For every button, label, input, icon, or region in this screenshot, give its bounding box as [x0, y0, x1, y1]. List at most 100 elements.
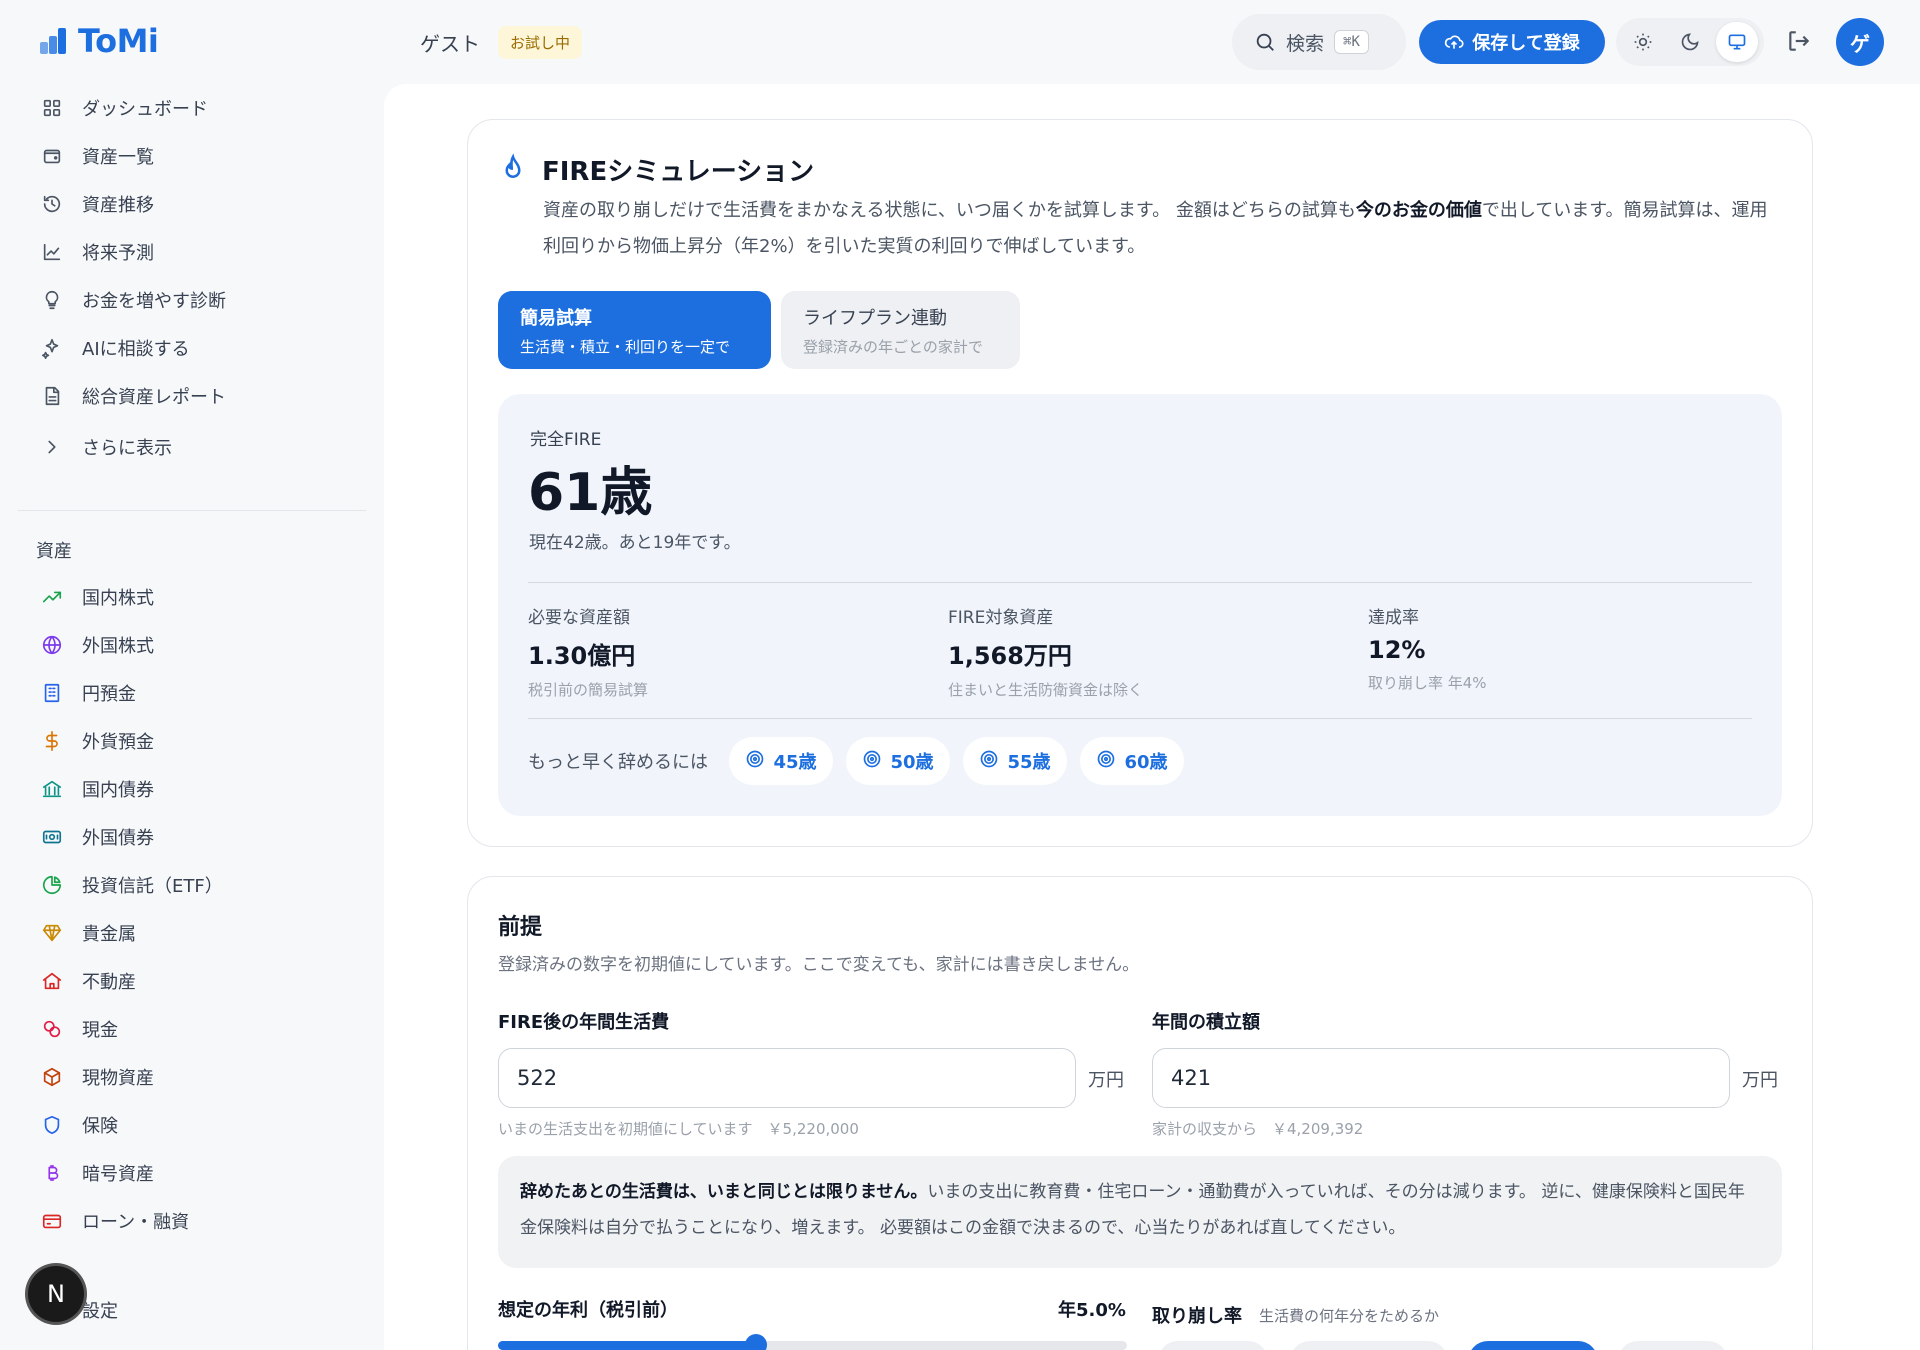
sidebar-item-label: ダッシュボード [82, 99, 208, 120]
withdrawal-option[interactable] [1468, 1341, 1598, 1350]
early-retire-label: もっと早く辞めるには [528, 752, 708, 773]
avatar[interactable]: ゲ [1836, 18, 1884, 66]
assumptions-title: 前提 [498, 915, 543, 940]
line-chart-icon [40, 240, 64, 264]
stat-label: FIRE対象資産 [948, 608, 1054, 628]
target-icon [979, 749, 999, 774]
trending-up-icon [40, 585, 64, 609]
early-age-chip[interactable]: 55歳 [963, 737, 1067, 785]
early-age-label: 55歳 [1007, 752, 1051, 773]
sidebar-item-7[interactable]: さらに表示 [40, 431, 172, 463]
early-age-label: 60歳 [1124, 752, 1168, 773]
bank-icon [40, 777, 64, 801]
early-age-label: 50歳 [890, 752, 934, 773]
annual-rate-slider[interactable] [498, 1341, 1127, 1350]
withdrawal-option[interactable] [1290, 1341, 1448, 1350]
early-age-chip[interactable]: 50歳 [846, 737, 950, 785]
sidebar-asset-item-8[interactable]: 不動産 [40, 965, 136, 997]
sidebar-item-label: 資産一覧 [82, 147, 154, 168]
living-cost-input[interactable] [498, 1048, 1076, 1108]
save-register-button[interactable]: 保存して登録 [1419, 20, 1605, 64]
bitcoin-icon [40, 1161, 64, 1185]
logout-icon [1789, 31, 1810, 51]
sidebar-item-0[interactable]: ダッシュボード [40, 92, 208, 124]
stat-sub: 取り崩し率 年4% [1368, 674, 1487, 692]
dark-theme-button[interactable] [1669, 22, 1711, 62]
sun-icon [1634, 33, 1652, 51]
sidebar-asset-item-10[interactable]: 現物資産 [40, 1061, 154, 1093]
search-label: 検索 [1286, 32, 1325, 55]
sidebar-item-4[interactable]: お金を増やす診断 [40, 284, 226, 316]
stat-value: 12% [1368, 636, 1426, 664]
sidebar-asset-item-6[interactable]: 投資信託（ETF） [40, 869, 223, 901]
withdrawal-rate-sub: 生活費の何年分をためるか [1259, 1307, 1440, 1325]
sidebar-item-2[interactable]: 資産推移 [40, 188, 154, 220]
withdrawal-option[interactable] [1618, 1341, 1728, 1350]
sidebar-asset-item-0[interactable]: 国内株式 [40, 581, 154, 613]
building-icon [40, 681, 64, 705]
note-emphasis: 辞めたあとの生活費は、いまと同じとは限りません。 [520, 1182, 928, 1202]
grid-icon [40, 96, 64, 120]
sidebar-divider [18, 510, 366, 511]
sidebar-asset-item-1[interactable]: 外国株式 [40, 629, 154, 661]
save-register-label: 保存して登録 [1472, 33, 1580, 54]
tab-lifeplan-linked[interactable]: ライフプラン連動 登録済みの年ごとの家計で [781, 291, 1020, 369]
search-button[interactable]: 検索 ⌘K [1232, 14, 1406, 70]
sidebar-asset-item-5[interactable]: 外国債券 [40, 821, 154, 853]
sidebar-item-3[interactable]: 将来予測 [40, 236, 154, 268]
banknote-icon [40, 825, 64, 849]
coins-icon [40, 1017, 64, 1041]
search-icon [1256, 33, 1274, 51]
sidebar-item-1[interactable]: 資産一覧 [40, 140, 154, 172]
savings-input[interactable] [1152, 1048, 1730, 1108]
slider-fill [498, 1341, 756, 1350]
logout-button[interactable] [1786, 28, 1812, 58]
tab-title: 簡易試算 [520, 308, 592, 329]
n-badge-button[interactable]: N [28, 1266, 84, 1322]
sidebar-item-label: 現物資産 [82, 1068, 154, 1089]
sidebar-asset-item-3[interactable]: 外貨預金 [40, 725, 154, 757]
full-fire-label: 完全FIRE [530, 430, 602, 450]
early-age-chip[interactable]: 45歳 [729, 737, 833, 785]
sidebar-asset-item-13[interactable]: ローン・融資 [40, 1205, 189, 1237]
credit-card-icon [40, 1209, 64, 1233]
sidebar-asset-item-7[interactable]: 貴金属 [40, 917, 136, 949]
sidebar-item-5[interactable]: AIに相談する [40, 332, 190, 364]
annual-rate-value: 年5.0% [1058, 1300, 1126, 1321]
living-cost-unit: 万円 [1088, 1070, 1124, 1091]
living-cost-hint: いまの生活支出を初期値にしています ￥5,220,000 [498, 1120, 859, 1138]
theme-switcher [1616, 18, 1764, 66]
stat-sub: 税引前の簡易試算 [528, 681, 649, 699]
target-icon [862, 749, 882, 774]
sidebar-item-label: 暗号資産 [82, 1164, 154, 1185]
sidebar: ダッシュボード 資産一覧資産推移将来予測お金を増やす診断 AIに相談する総合資産レポ… [0, 84, 384, 1350]
withdrawal-option[interactable] [1158, 1341, 1268, 1350]
sidebar-item-label: さらに表示 [82, 438, 172, 459]
tab-simple-estimate[interactable]: 簡易試算 生活費・積立・利回りを一定で [498, 291, 771, 369]
light-theme-button[interactable] [1622, 22, 1664, 62]
slider-thumb[interactable] [744, 1334, 767, 1350]
fire-desc-part1: 資産の取り崩しだけで生活費をまかなえる状態に、いつ届くかを試算します。 金額はど… [543, 200, 1356, 221]
living-cost-note: 辞めたあとの生活費は、いまと同じとは限りません。いまの支出に教育費・住宅ローン・… [498, 1156, 1782, 1268]
fire-description: 資産の取り崩しだけで生活費をまかなえる状態に、いつ届くかを試算します。 金額はど… [543, 193, 1783, 265]
sidebar-asset-item-4[interactable]: 国内債券 [40, 773, 154, 805]
shield-icon [40, 1113, 64, 1137]
sidebar-asset-item-9[interactable]: 現金 [40, 1013, 118, 1045]
sidebar-asset-item-2[interactable]: 円預金 [40, 677, 136, 709]
search-shortcut: ⌘K [1334, 30, 1369, 54]
sidebar-asset-item-11[interactable]: 保険 [40, 1109, 118, 1141]
sidebar-item-6[interactable]: 総合資産レポート [40, 380, 226, 412]
history-icon [40, 192, 64, 216]
sidebar-item-label: 設定 [82, 1301, 118, 1322]
moon-icon [1681, 33, 1699, 51]
early-age-chip[interactable]: 60歳 [1080, 737, 1184, 785]
fire-title: FIREシミュレーション [542, 157, 815, 187]
target-icon [745, 749, 765, 774]
app-logo[interactable]: ToMi [38, 22, 159, 60]
trial-badge: お試し中 [498, 26, 583, 59]
sidebar-asset-item-12[interactable]: 暗号資産 [40, 1157, 154, 1189]
system-theme-button[interactable] [1715, 22, 1758, 62]
result-divider [528, 718, 1752, 719]
sidebar-item-label: 外国株式 [82, 636, 154, 657]
app-name: ToMi [78, 22, 159, 60]
